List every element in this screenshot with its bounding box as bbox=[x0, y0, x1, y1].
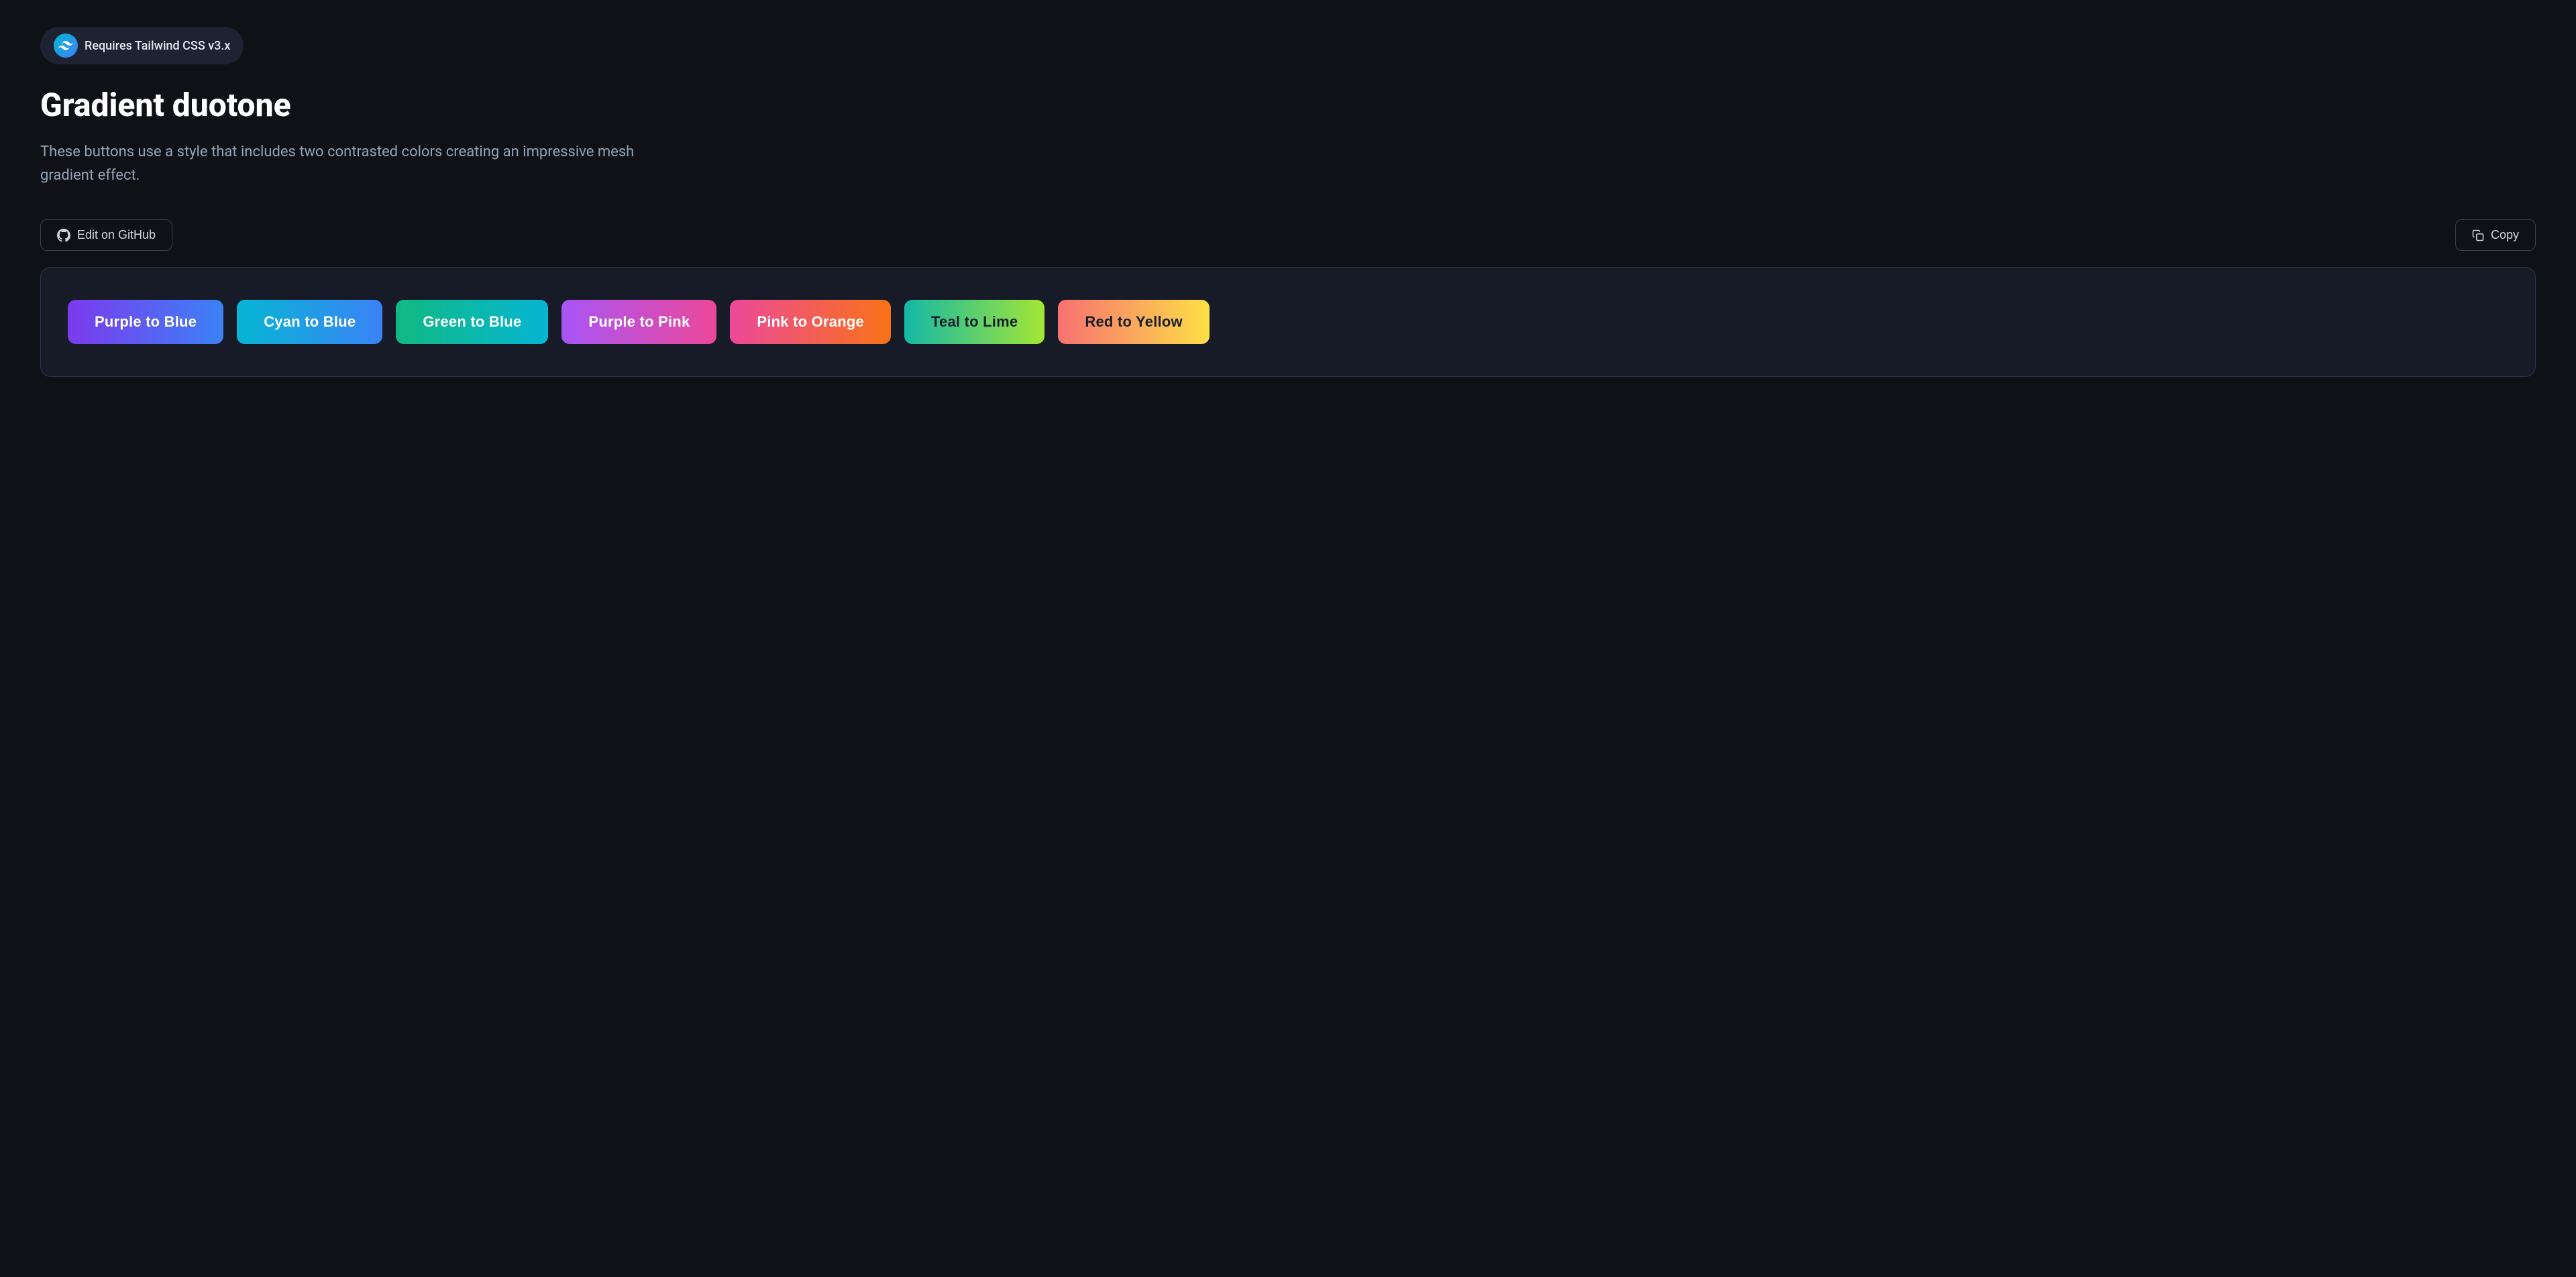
preview-box: Purple to Blue Cyan to Blue Green to Blue P… bbox=[40, 267, 2536, 377]
copy-label: Copy bbox=[2491, 228, 2519, 242]
btn-pink-orange[interactable]: Pink to Orange bbox=[730, 300, 891, 344]
btn-red-yellow[interactable]: Red to Yellow bbox=[1058, 300, 1209, 344]
btn-purple-pink[interactable]: Purple to Pink bbox=[561, 300, 716, 344]
btn-teal-lime[interactable]: Teal to Lime bbox=[904, 300, 1044, 344]
edit-github-button[interactable]: Edit on GitHub bbox=[40, 219, 172, 251]
btn-cyan-blue[interactable]: Cyan to Blue bbox=[237, 300, 382, 344]
page-description: These buttons use a style that includes … bbox=[40, 140, 644, 187]
btn-green-blue[interactable]: Green to Blue bbox=[396, 300, 548, 344]
copy-button[interactable]: Copy bbox=[2455, 219, 2536, 251]
edit-github-label: Edit on GitHub bbox=[77, 228, 156, 242]
tailwind-badge: Requires Tailwind CSS v3.x bbox=[40, 27, 244, 64]
buttons-grid: Purple to Blue Cyan to Blue Green to Blue P… bbox=[68, 300, 2508, 344]
toolbar: Edit on GitHub Copy bbox=[40, 219, 2536, 251]
page-title: Gradient duotone bbox=[40, 86, 2536, 124]
github-icon bbox=[57, 229, 70, 242]
tailwind-icon bbox=[54, 34, 78, 58]
copy-icon bbox=[2472, 229, 2484, 241]
badge-text: Requires Tailwind CSS v3.x bbox=[85, 39, 230, 53]
btn-purple-blue[interactable]: Purple to Blue bbox=[68, 300, 223, 344]
